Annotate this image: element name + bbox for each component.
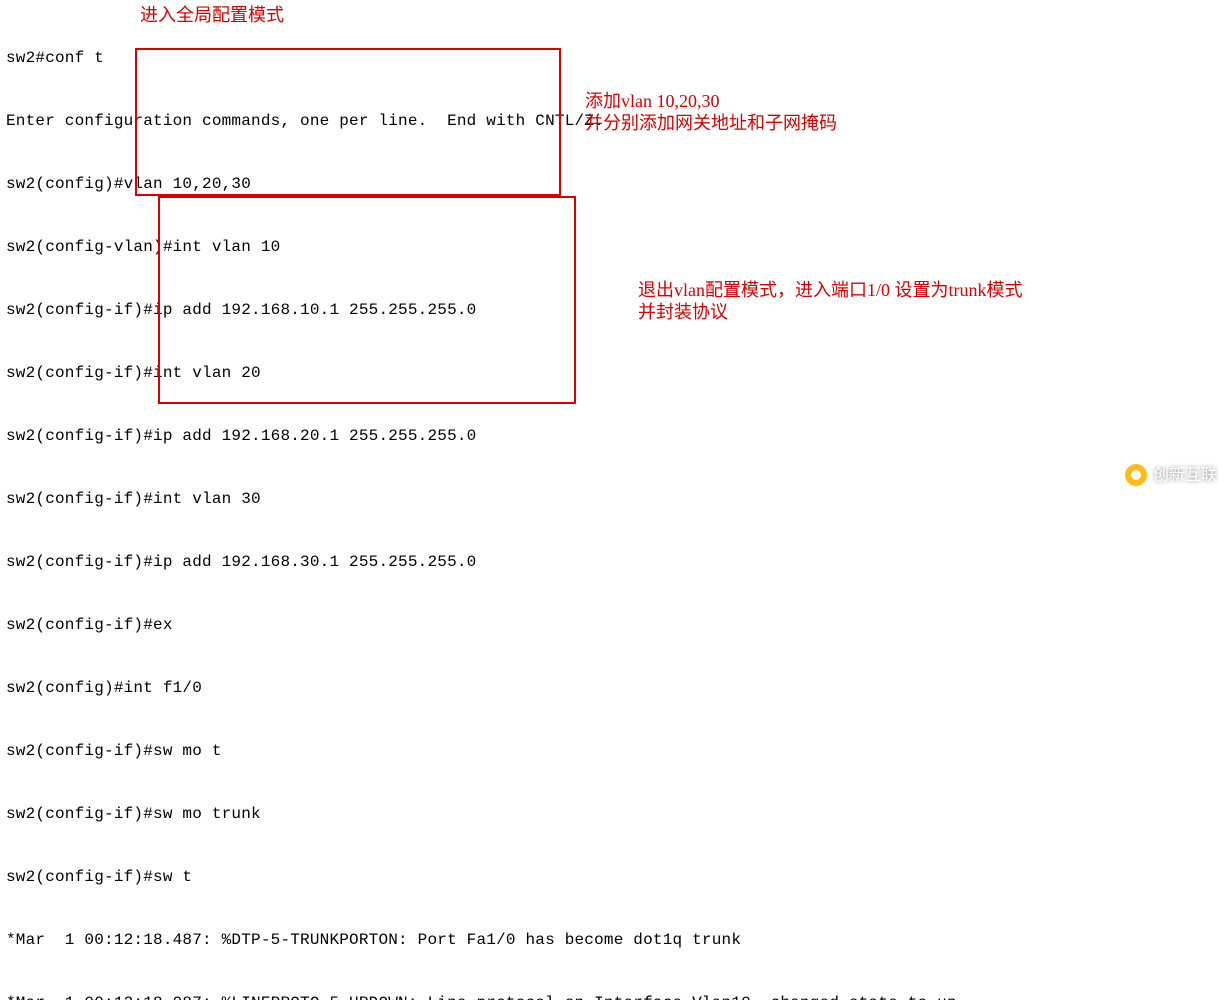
highlight-box-vlan-config [135, 48, 561, 196]
terminal-line: sw2(config)#int f1/0 [6, 678, 1225, 699]
watermark-text: 创新互联 [1153, 465, 1217, 486]
watermark-logo-icon [1125, 464, 1147, 486]
annotation-global-config: 进入全局配置模式 [140, 4, 284, 26]
watermark: 创新互联 [1125, 464, 1217, 486]
highlight-box-trunk-config [158, 196, 576, 404]
terminal-line: sw2(config-if)#sw mo trunk [6, 804, 1225, 825]
terminal-line: sw2(config-if)#sw t [6, 867, 1225, 888]
terminal-line: sw2(config-if)#sw mo t [6, 741, 1225, 762]
terminal-line: *Mar 1 00:12:18.987: %LINEPROTO-5-UPDOWN… [6, 993, 1225, 1000]
annotation-trunk-config: 退出vlan配置模式，进入端口1/0 设置为trunk模式 并封装协议 [638, 279, 1023, 323]
terminal-line: *Mar 1 00:12:18.487: %DTP-5-TRUNKPORTON:… [6, 930, 1225, 951]
terminal-line: sw2(config-if)#ip add 192.168.30.1 255.2… [6, 552, 1225, 573]
terminal-line: sw2(config-if)#ex [6, 615, 1225, 636]
annotation-vlan-config: 添加vlan 10,20,30 并分别添加网关地址和子网掩码 [585, 90, 837, 134]
terminal-line: sw2(config-if)#ip add 192.168.20.1 255.2… [6, 426, 1225, 447]
